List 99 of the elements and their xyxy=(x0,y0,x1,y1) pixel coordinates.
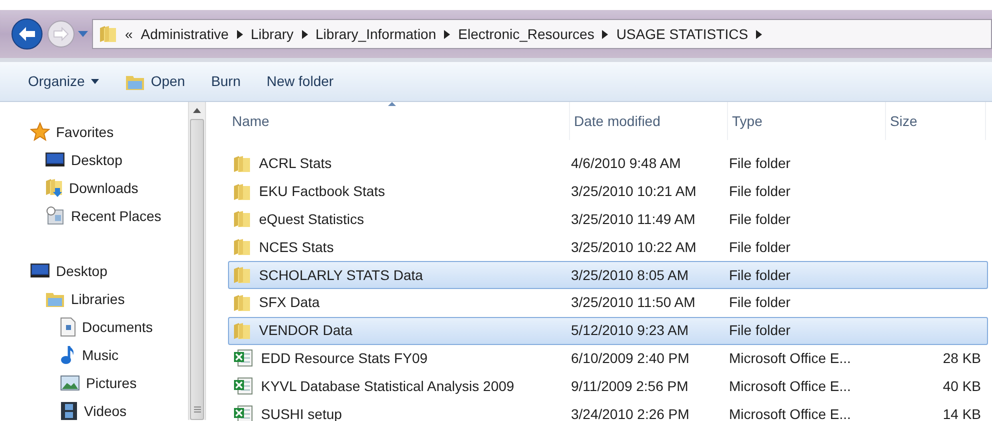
breadcrumb-item[interactable]: Administrative xyxy=(140,24,229,44)
library-folder-icon xyxy=(45,290,65,308)
music-note-icon xyxy=(60,345,76,365)
date-cell: 3/25/2010 8:05 AM xyxy=(571,266,689,283)
organize-menu[interactable]: Organize xyxy=(28,71,99,92)
nav-item[interactable]: Pictures xyxy=(86,372,137,394)
nav-item[interactable]: Libraries xyxy=(71,288,125,310)
column-header[interactable]: Type xyxy=(728,102,886,140)
folder-icon xyxy=(99,25,117,43)
folder-icon xyxy=(233,154,251,173)
type-cell: Microsoft Office E... xyxy=(729,406,851,421)
breadcrumb-arrow-icon[interactable] xyxy=(444,30,450,38)
nav-item[interactable]: Desktop xyxy=(56,260,108,282)
recent-places-icon xyxy=(45,206,65,226)
file-name: KYVL Database Statistical Analysis 2009 xyxy=(261,376,514,396)
file-name: ACRL Stats xyxy=(259,154,332,174)
nav-item[interactable]: Recent Places xyxy=(71,206,162,226)
type-cell: File folder xyxy=(729,238,790,255)
file-row[interactable]: EKU Factbook Stats 3/25/2010 10:21 AM File folder xyxy=(228,178,988,206)
type-cell: File folder xyxy=(729,210,790,227)
size-cell: 28 KB xyxy=(942,350,981,366)
type-cell: File folder xyxy=(729,322,790,338)
size-cell: 40 KB xyxy=(942,378,981,394)
date-cell: 9/11/2009 2:56 PM xyxy=(571,378,688,394)
column-header[interactable]: Size xyxy=(886,102,986,140)
type-cell: File folder xyxy=(729,294,790,310)
toolbar-button[interactable]: Burn xyxy=(211,71,241,92)
type-cell: File folder xyxy=(729,266,790,283)
breadcrumb-item[interactable]: Library xyxy=(250,24,294,44)
file-name: EKU Factbook Stats xyxy=(259,182,386,202)
spreadsheet-icon xyxy=(233,349,253,368)
address-bar[interactable]: « Administrative Library Library_Information Electronic_Resources USAGE STATISTICS xyxy=(92,19,992,49)
date-cell: 3/25/2010 10:21 AM xyxy=(571,183,696,200)
download-folder-icon xyxy=(45,178,63,198)
picture-icon xyxy=(60,375,80,391)
scrollbar-thumb[interactable] xyxy=(190,119,204,420)
folder-icon xyxy=(233,182,251,201)
date-cell: 3/25/2010 11:49 AM xyxy=(571,210,696,227)
folder-icon xyxy=(233,210,251,228)
size-cell: 14 KB xyxy=(942,406,981,421)
spreadsheet-icon xyxy=(233,377,253,396)
nav-item[interactable]: Favorites xyxy=(56,122,114,142)
breadcrumb-arrow-icon[interactable] xyxy=(602,30,608,38)
open-button[interactable]: Open xyxy=(124,71,186,92)
date-cell: 6/10/2009 2:40 PM xyxy=(571,350,690,366)
film-icon xyxy=(60,401,78,421)
date-cell: 3/25/2010 10:22 AM xyxy=(571,238,696,255)
document-icon xyxy=(60,317,76,337)
monitor-icon xyxy=(45,151,65,169)
folder-icon xyxy=(233,238,251,256)
file-row[interactable]: SFX Data 3/25/2010 11:50 AM File folder xyxy=(228,288,988,317)
grip-icon xyxy=(194,406,201,413)
spreadsheet-icon xyxy=(233,405,253,421)
nav-item[interactable]: Downloads xyxy=(69,178,138,198)
file-row[interactable]: KYVL Database Statistical Analysis 2009 9/11/2009 2:56 PM Microsoft Office E... 40 KB xyxy=(228,372,988,400)
star-icon xyxy=(30,122,50,142)
overflow-chevron[interactable]: « xyxy=(125,24,133,44)
date-cell: 4/6/2010 9:48 AM xyxy=(571,155,681,172)
type-cell: Microsoft Office E... xyxy=(729,350,851,366)
column-header[interactable]: Date modified xyxy=(570,102,728,140)
caret-icon xyxy=(90,79,99,84)
nav-item[interactable]: Desktop xyxy=(71,150,122,170)
scrollbar[interactable] xyxy=(188,102,206,420)
folder-icon xyxy=(233,322,251,340)
file-name: SCHOLARLY STATS Data xyxy=(259,266,423,285)
column-header[interactable]: Name xyxy=(228,102,570,140)
file-name: VENDOR Data xyxy=(259,321,352,340)
file-name: EDD Resource Stats FY09 xyxy=(261,348,428,368)
file-name: NCES Stats xyxy=(259,238,334,257)
breadcrumb-item[interactable]: USAGE STATISTICS xyxy=(616,24,748,44)
file-row[interactable]: NCES Stats 3/25/2010 10:22 AM File folder xyxy=(228,233,988,262)
file-row[interactable]: EDD Resource Stats FY09 6/10/2009 2:40 PM Microsoft Office E... 28 KB xyxy=(228,344,988,372)
date-cell: 3/25/2010 11:50 AM xyxy=(571,294,696,310)
type-cell: Microsoft Office E... xyxy=(729,378,851,394)
breadcrumb-item[interactable]: Electronic_Resources xyxy=(458,24,594,44)
file-name: SFX Data xyxy=(259,293,320,312)
scroll-up-icon[interactable] xyxy=(193,108,202,113)
type-cell: File folder xyxy=(729,183,790,200)
type-cell: File folder xyxy=(729,155,790,172)
nav-item[interactable]: Videos xyxy=(84,400,127,421)
folder-icon xyxy=(233,294,251,312)
nav-item[interactable]: Documents xyxy=(82,316,153,338)
date-cell: 3/24/2010 2:26 PM xyxy=(571,406,690,421)
breadcrumb-arrow-icon[interactable] xyxy=(302,30,308,38)
folder-icon xyxy=(233,266,251,284)
file-row[interactable]: eQuest Statistics 3/25/2010 11:49 AM File folder xyxy=(228,206,988,234)
breadcrumb-arrow-icon[interactable] xyxy=(756,30,762,38)
file-name: eQuest Statistics xyxy=(259,210,364,229)
toolbar-button[interactable]: New folder xyxy=(266,71,334,92)
date-cell: 5/12/2010 9:23 AM xyxy=(571,322,689,338)
sort-arrow-icon xyxy=(388,102,396,106)
file-row[interactable]: SCHOLARLY STATS Data 3/25/2010 8:05 AM File folder xyxy=(228,261,988,289)
breadcrumb-item[interactable]: Library_Information xyxy=(316,24,436,44)
back-button[interactable] xyxy=(10,17,44,51)
nav-item[interactable]: Music xyxy=(82,344,119,366)
breadcrumb-arrow-icon[interactable] xyxy=(236,30,243,38)
file-row[interactable]: VENDOR Data 5/12/2010 9:23 AM File folder xyxy=(228,316,988,345)
file-row[interactable]: ACRL Stats 4/6/2010 9:48 AM File folder xyxy=(228,150,988,178)
monitor-icon xyxy=(30,262,50,280)
